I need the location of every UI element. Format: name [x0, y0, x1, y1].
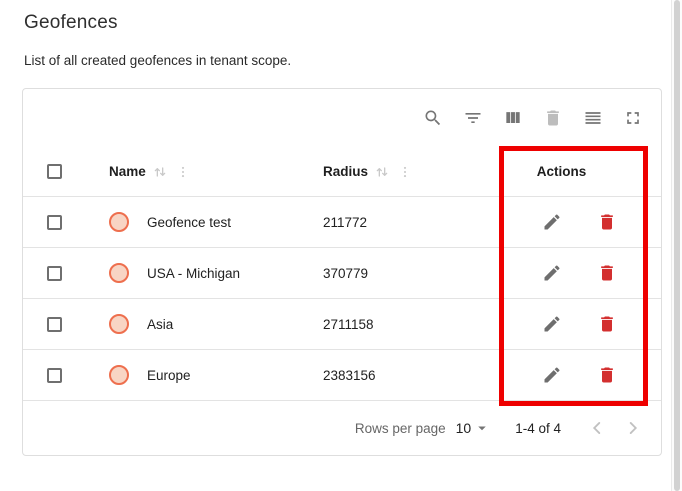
rows-per-page-value: 10: [456, 420, 472, 436]
geofence-name: USA - Michigan: [147, 266, 240, 281]
fullscreen-icon[interactable]: [621, 106, 645, 130]
table-row[interactable]: Asia 2711158: [23, 299, 661, 350]
sort-icon[interactable]: [374, 164, 390, 180]
column-menu-icon[interactable]: [398, 165, 412, 179]
column-menu-icon[interactable]: [176, 165, 190, 179]
density-icon[interactable]: [581, 106, 605, 130]
geofences-table-card: Name Radius Actions Geofence test: [22, 88, 662, 456]
table-row[interactable]: Europe 2383156: [23, 350, 661, 401]
rows-per-page-label: Rows per page: [355, 421, 446, 436]
rows-per-page-select[interactable]: 10: [456, 419, 492, 437]
sort-icon[interactable]: [152, 164, 168, 180]
geofence-radius: 211772: [323, 215, 367, 230]
geofence-radius: 2711158: [323, 317, 374, 332]
geofence-radius: 370779: [323, 266, 368, 281]
delete-row-icon[interactable]: [597, 314, 617, 334]
next-page-button[interactable]: [621, 416, 645, 440]
geofence-radius: 2383156: [323, 368, 376, 383]
table-pagination: Rows per page 10 1-4 of 4: [23, 401, 661, 455]
page-title: Geofences: [24, 12, 118, 34]
row-checkbox[interactable]: [47, 368, 62, 383]
pagination-range-label: 1-4 of 4: [515, 421, 561, 436]
geofence-name: Geofence test: [147, 215, 231, 230]
chevron-down-icon: [473, 419, 491, 437]
edit-icon[interactable]: [542, 314, 562, 334]
column-header-name[interactable]: Name: [109, 164, 146, 179]
edit-icon[interactable]: [542, 365, 562, 385]
delete-row-icon[interactable]: [597, 263, 617, 283]
search-icon[interactable]: [421, 106, 445, 130]
delete-icon[interactable]: [541, 106, 565, 130]
columns-icon[interactable]: [501, 106, 525, 130]
table-header-row: Name Radius Actions: [23, 147, 661, 197]
delete-row-icon[interactable]: [597, 212, 617, 232]
previous-page-button[interactable]: [585, 416, 609, 440]
table-row[interactable]: Geofence test 211772: [23, 197, 661, 248]
delete-row-icon[interactable]: [597, 365, 617, 385]
geofence-circle-icon: [109, 314, 129, 334]
geofence-circle-icon: [109, 212, 129, 232]
geofence-circle-icon: [109, 263, 129, 283]
row-checkbox[interactable]: [47, 266, 62, 281]
edit-icon[interactable]: [542, 212, 562, 232]
column-header-radius[interactable]: Radius: [323, 164, 368, 179]
row-checkbox[interactable]: [47, 317, 62, 332]
edit-icon[interactable]: [542, 263, 562, 283]
table-row[interactable]: USA - Michigan 370779: [23, 248, 661, 299]
column-header-actions: Actions: [537, 164, 587, 179]
page-scrollbar: [671, 0, 682, 491]
geofence-name: Asia: [147, 317, 173, 332]
row-checkbox[interactable]: [47, 215, 62, 230]
select-all-checkbox[interactable]: [47, 164, 62, 179]
table-toolbar: [23, 89, 661, 147]
filter-icon[interactable]: [461, 106, 485, 130]
geofence-circle-icon: [109, 365, 129, 385]
page-subtitle: List of all created geofences in tenant …: [24, 53, 291, 68]
geofence-name: Europe: [147, 368, 191, 383]
scrollbar-thumb[interactable]: [674, 0, 680, 491]
